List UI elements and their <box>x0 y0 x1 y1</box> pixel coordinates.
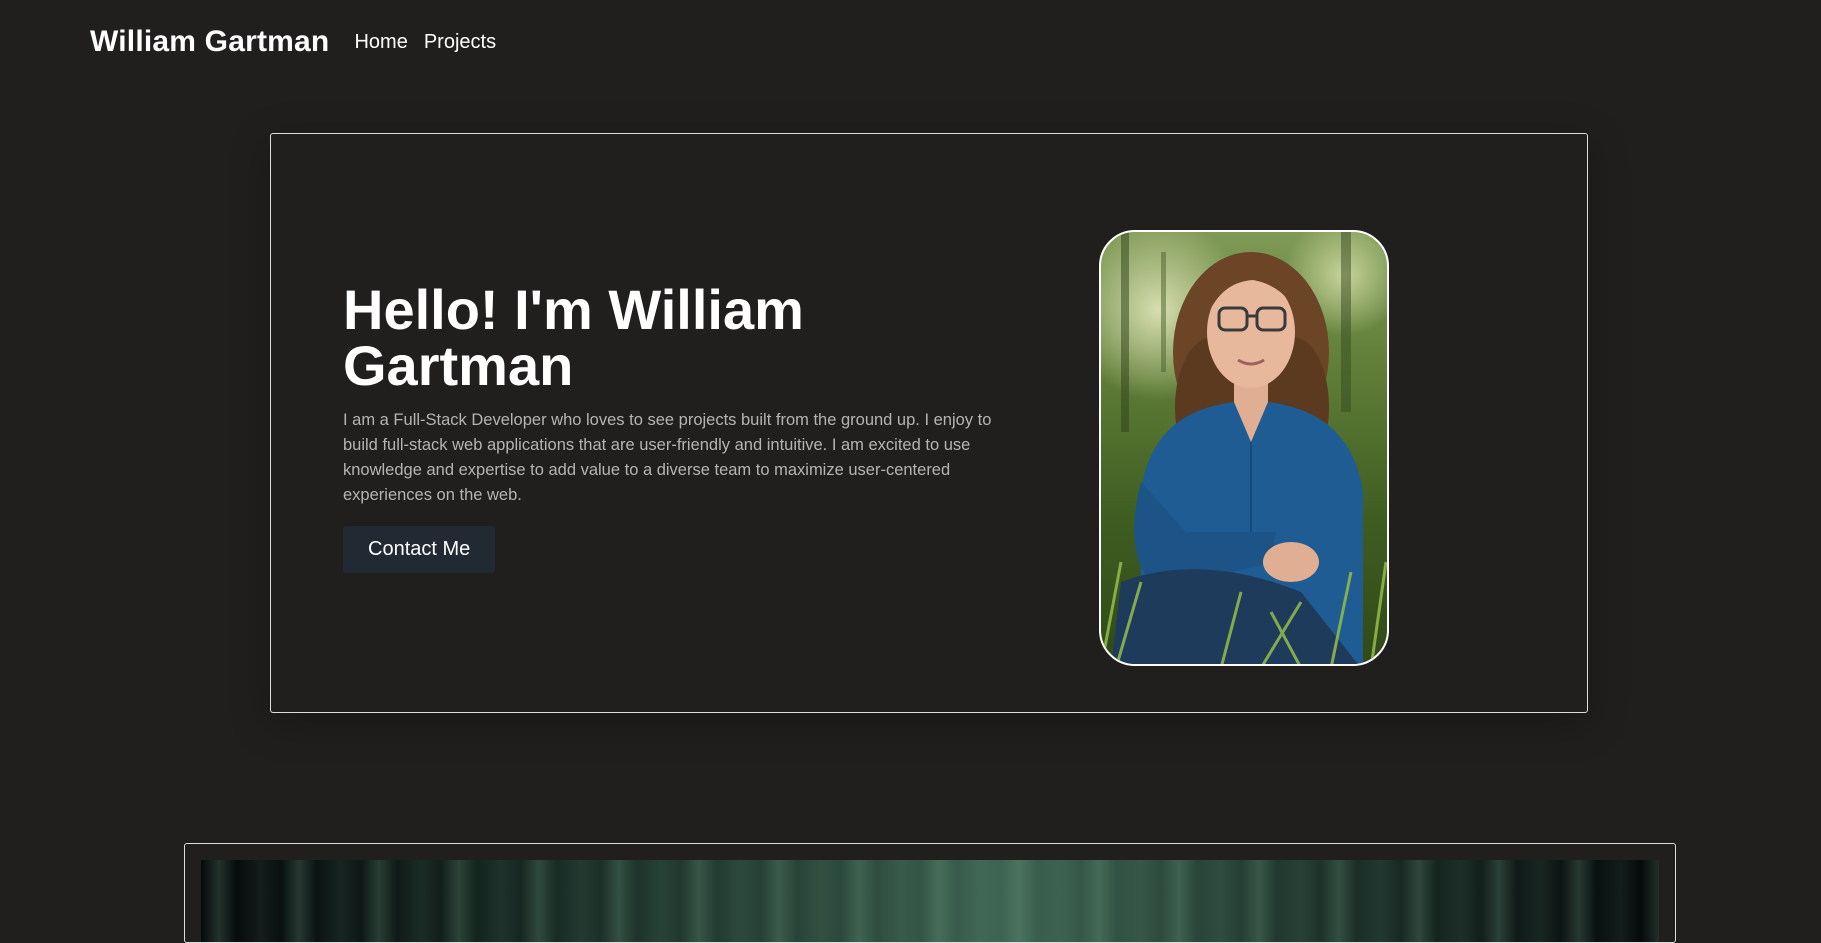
project-preview-image <box>201 860 1659 942</box>
profile-photo-illustration <box>1101 232 1387 664</box>
nav-link-projects[interactable]: Projects <box>424 31 496 54</box>
hero-description: I am a Full-Stack Developer who loves to… <box>343 411 992 504</box>
profile-photo <box>1099 230 1389 666</box>
hero-card: Hello! I'm William Gartman I am a Full-S… <box>270 133 1588 713</box>
nav-link-home[interactable]: Home <box>354 31 407 54</box>
project-card <box>184 843 1676 943</box>
contact-me-button[interactable]: Contact Me <box>343 526 496 573</box>
navbar: William Gartman Home Projects <box>90 22 512 62</box>
brand-link[interactable]: William Gartman <box>90 25 329 59</box>
hero-text: Hello! I'm William Gartman I am a Full-S… <box>343 282 1003 573</box>
hero-title: Hello! I'm William Gartman <box>343 278 804 397</box>
